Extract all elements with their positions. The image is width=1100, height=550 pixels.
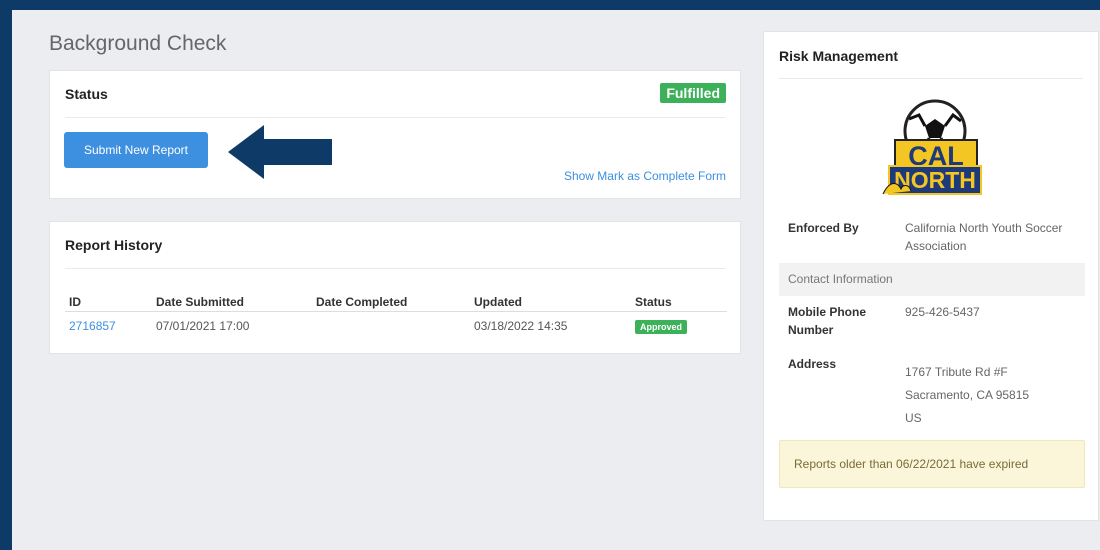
enforced-by-value: California North Youth Soccer Associatio… <box>905 221 1063 253</box>
enforced-by-row: Enforced By California North Youth Socce… <box>779 219 1085 263</box>
column-header-status: Status <box>635 295 672 309</box>
divider <box>65 268 725 269</box>
status-card: Status Fulfilled Submit New Report Show … <box>49 70 741 199</box>
fulfilled-badge: Fulfilled <box>660 83 726 103</box>
page: Background Check Status Fulfilled Submit… <box>12 10 1100 550</box>
enforced-by-label: Enforced By <box>788 221 859 235</box>
approved-badge: Approved <box>635 320 688 334</box>
date-submitted-cell: 07/01/2021 17:00 <box>156 319 250 333</box>
show-mark-complete-link[interactable]: Show Mark as Complete Form <box>564 169 726 183</box>
address-label: Address <box>788 357 837 371</box>
contact-information-header: Contact Information <box>779 263 1085 296</box>
table-row: 2716857 07/01/2021 17:00 03/18/2022 14:3… <box>65 312 727 336</box>
table-header: ID Date Submitted Date Completed Updated… <box>65 291 727 312</box>
status-cell: Approved <box>635 319 688 334</box>
column-header-id: ID <box>69 295 81 309</box>
risk-management-title: Risk Management <box>779 48 899 64</box>
status-title: Status <box>65 86 108 102</box>
page-title: Background Check <box>49 32 227 55</box>
column-header-date-submitted: Date Submitted <box>156 295 245 309</box>
address-line-1: 1767 Tribute Rd #F <box>905 365 1008 379</box>
left-arrow-icon <box>228 125 332 179</box>
divider <box>65 117 725 118</box>
divider <box>779 78 1083 79</box>
mobile-phone-value: 925-426-5437 <box>905 305 980 319</box>
cal-north-logo: CAL NORTH <box>882 99 982 195</box>
mobile-phone-row: Mobile Phone Number 925-426-5437 <box>779 303 1085 347</box>
report-history-card: Report History ID Date Submitted Date Co… <box>49 221 741 354</box>
column-header-updated: Updated <box>474 295 522 309</box>
report-id-link[interactable]: 2716857 <box>69 319 116 333</box>
updated-cell: 03/18/2022 14:35 <box>474 319 568 333</box>
expired-reports-notice: Reports older than 06/22/2021 have expir… <box>779 440 1085 488</box>
address-line-2: Sacramento, CA 95815 <box>905 388 1030 402</box>
risk-management-card: Risk Management CAL NORTH Enforced By Ca… <box>763 31 1099 521</box>
submit-new-report-button[interactable]: Submit New Report <box>64 132 208 168</box>
contact-information-label: Contact Information <box>788 272 893 286</box>
report-history-title: Report History <box>65 237 163 253</box>
address-row: Address 1767 Tribute Rd #F Sacramento, C… <box>779 355 1085 425</box>
column-header-date-completed: Date Completed <box>316 295 408 309</box>
report-history-table: ID Date Submitted Date Completed Updated… <box>65 291 727 336</box>
mobile-phone-label: Mobile Phone Number <box>788 305 866 337</box>
address-line-3: US <box>905 411 922 425</box>
